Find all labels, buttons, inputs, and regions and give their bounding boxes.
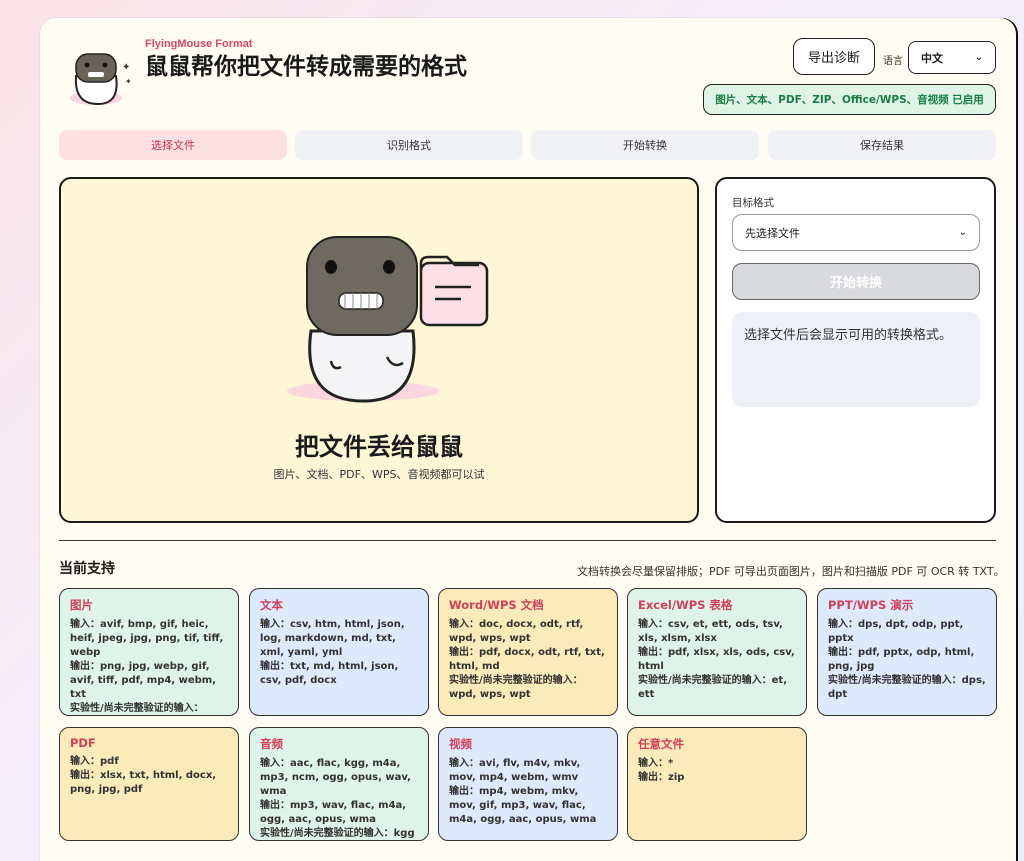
format-card-line: 输出：png, jpg, webp, gif, avif, tiff, pdf,… [70, 661, 216, 700]
format-card-line: 实验性/尚未完整验证的输入：wpd, wps, wpt [449, 675, 583, 700]
format-card-line: 输入：aac, flac, kgg, m4a, mp3, ncm, ogg, o… [260, 758, 411, 797]
format-card-line: 输入：csv, et, ett, ods, tsv, xls, xlsm, xl… [638, 619, 783, 644]
format-card-title: 音频 [260, 737, 283, 751]
file-dropzone[interactable]: 把文件丢给鼠鼠 图片、文档、PDF、WPS、音视频都可以试 [59, 177, 699, 523]
chevron-down-icon: ⌄ [974, 52, 983, 63]
convert-panel: 目标格式 先选择文件 ⌄ 开始转换 选择文件后会显示可用的转换格式。 [715, 177, 996, 523]
target-format-value: 先选择文件 [745, 226, 800, 240]
format-card-text: 文本 输入：csv, htm, html, json, log, markdow… [249, 588, 429, 716]
format-card-line: 输出：mp3, wav, flac, m4a, ogg, aac, opus, … [260, 800, 407, 825]
format-card-excel: Excel/WPS 表格 输入：csv, et, ett, ods, tsv, … [627, 588, 807, 716]
enabled-formats-badge: 图片、文本、PDF、ZIP、Office/WPS、音视频 已启用 [703, 84, 996, 115]
format-card-line: 实验性/尚未完整验证的输入：heic, heif [70, 703, 204, 714]
format-card-image: 图片 输入：avif, bmp, gif, heic, heif, jpeg, … [59, 588, 239, 716]
brand-name: FlyingMouse Format [145, 38, 253, 50]
format-card-word: Word/WPS 文档 输入：doc, docx, odt, rtf, wpd,… [438, 588, 618, 716]
section-divider [59, 540, 996, 541]
format-card-line: 实验性/尚未完整验证的输入：kgg [260, 828, 415, 839]
format-card-title: Excel/WPS 表格 [638, 598, 733, 612]
format-card-line: 输入：pdf [70, 756, 119, 767]
header: ✦ ✦ FlyingMouse Format 鼠鼠帮你把文件转成需要的格式 导出… [40, 18, 1016, 128]
format-card-line: 输出：mp4, webm, mkv, mov, gif, mp3, wav, f… [449, 786, 597, 825]
language-select[interactable]: 中文 ⌄ [908, 41, 996, 74]
target-format-label: 目标格式 [732, 197, 774, 209]
format-card-line: 输出：pdf, pptx, odp, html, png, jpg [828, 647, 975, 672]
format-card-line: 输出：pdf, docx, odt, rtf, txt, html, md [449, 647, 605, 672]
format-card-line: 输出：pdf, xlsx, xls, ods, csv, html [638, 647, 795, 672]
app-card: ✦ ✦ FlyingMouse Format 鼠鼠帮你把文件转成需要的格式 导出… [40, 18, 1016, 861]
support-title: 当前支持 [59, 561, 115, 577]
chevron-down-icon: ⌄ [958, 227, 967, 238]
step-select-file[interactable]: 选择文件 [59, 130, 287, 160]
step-detect-format[interactable]: 识别格式 [295, 130, 523, 160]
format-card-any: 任意文件 输入：* 输出：zip [627, 727, 807, 841]
language-value: 中文 [921, 51, 943, 65]
format-card-video: 视频 输入：avi, flv, m4v, mkv, mov, mp4, webm… [438, 727, 618, 841]
format-card-line: 输入：doc, docx, odt, rtf, wpd, wps, wpt [449, 619, 584, 644]
format-card-title: PPT/WPS 演示 [828, 598, 914, 612]
support-note: 文档转换会尽量保留排版；PDF 可导出页面图片，图片和扫描版 PDF 可 OCR… [577, 565, 1005, 578]
dropzone-subtitle: 图片、文档、PDF、WPS、音视频都可以试 [273, 468, 485, 481]
format-card-ppt: PPT/WPS 演示 输入：dps, dpt, odp, ppt, pptx 输… [817, 588, 997, 716]
format-card-line: 输出：zip [638, 772, 685, 783]
format-card-line: 输入：* [638, 758, 674, 769]
format-card-line: 输入：avi, flv, m4v, mkv, mov, mp4, webm, w… [449, 758, 581, 783]
mascot-logo-icon: ✦ ✦ [70, 53, 132, 106]
format-card-line: 输出：xlsx, txt, html, docx, png, jpg, pdf [70, 770, 217, 795]
format-card-line: 实验性/尚未完整验证的输入：et, ett [638, 675, 788, 700]
format-card-line: 输出：txt, md, html, json, csv, pdf, docx [260, 661, 399, 686]
format-card-pdf: PDF 输入：pdf 输出：xlsx, txt, html, docx, png… [59, 727, 239, 841]
start-convert-button[interactable]: 开始转换 [732, 263, 980, 300]
format-card-line: 输入：dps, dpt, odp, ppt, pptx [828, 619, 964, 644]
format-card-line: 输入：avif, bmp, gif, heic, heif, jpeg, jpg… [70, 619, 224, 658]
svg-text:✦: ✦ [122, 62, 130, 73]
step-start-convert[interactable]: 开始转换 [531, 130, 759, 160]
export-diagnostics-button[interactable]: 导出诊断 [793, 38, 875, 75]
format-card-title: 文本 [260, 598, 283, 612]
format-card-line: 输入：csv, htm, html, json, log, markdown, … [260, 619, 405, 658]
mascot-folder-illustration-icon [287, 236, 489, 403]
format-hint: 选择文件后会显示可用的转换格式。 [732, 312, 980, 407]
format-card-title: 任意文件 [638, 737, 684, 751]
page-title: 鼠鼠帮你把文件转成需要的格式 [145, 54, 467, 80]
dropzone-title: 把文件丢给鼠鼠 [295, 433, 463, 461]
format-card-title: PDF [70, 736, 96, 750]
format-card-line: 实验性/尚未完整验证的输入：dps, dpt [828, 675, 986, 700]
language-label: 语言 [883, 56, 903, 67]
step-save-result[interactable]: 保存结果 [768, 130, 996, 160]
format-card-title: 视频 [449, 737, 472, 751]
format-card-title: Word/WPS 文档 [449, 598, 544, 612]
step-tabs: 选择文件 识别格式 开始转换 保存结果 [59, 130, 996, 160]
target-format-select[interactable]: 先选择文件 ⌄ [732, 214, 980, 251]
format-card-audio: 音频 输入：aac, flac, kgg, m4a, mp3, ncm, ogg… [249, 727, 429, 841]
svg-text:✦: ✦ [125, 77, 132, 86]
format-card-title: 图片 [70, 598, 93, 612]
